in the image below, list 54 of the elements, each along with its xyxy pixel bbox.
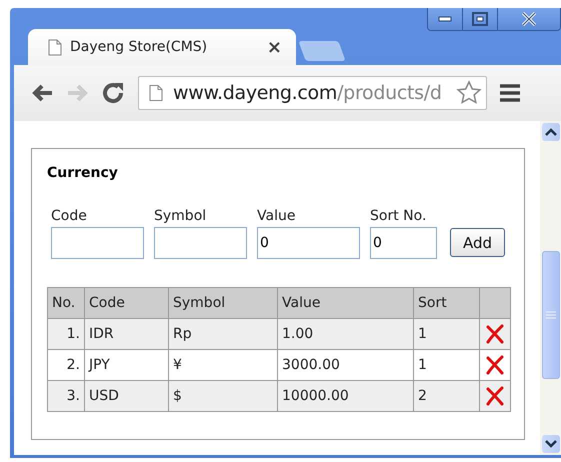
minimize-button[interactable] — [428, 8, 463, 30]
table-cell: 3. — [48, 380, 84, 412]
table-cell: ¥ — [168, 350, 278, 380]
page-icon — [48, 38, 62, 56]
tab-title: Dayeng Store(CMS) — [70, 39, 208, 55]
table-cell: Rp — [168, 318, 278, 350]
table-cell: IDR — [84, 318, 168, 350]
star-icon[interactable] — [456, 80, 482, 106]
table-cell: 1. — [48, 318, 84, 350]
url-text: www.dayeng.com/products/d — [173, 82, 443, 104]
delete-icon[interactable] — [485, 355, 505, 375]
column-header: No. — [48, 288, 84, 318]
table-cell: 2. — [48, 350, 84, 380]
input-field[interactable] — [51, 227, 144, 259]
input-field[interactable]: 0 — [257, 227, 360, 259]
address-bar[interactable]: www.dayeng.com/products/d — [138, 76, 487, 110]
delete-icon[interactable] — [485, 386, 505, 406]
close-icon — [521, 12, 537, 26]
scroll-up-button[interactable] — [542, 123, 560, 141]
tab-close-button[interactable]: × — [266, 36, 282, 58]
table-cell: 2 — [414, 380, 480, 412]
field-label: Sort No. — [370, 208, 428, 224]
panel-title: Currency — [47, 165, 119, 181]
table-cell: 3000.00 — [278, 350, 414, 380]
minimize-icon — [438, 16, 452, 22]
scrollbar-thumb[interactable] — [542, 251, 560, 379]
table-cell: 10000.00 — [278, 380, 414, 412]
grip-icon — [546, 311, 556, 319]
close-button[interactable] — [498, 8, 560, 30]
page-icon — [149, 84, 163, 102]
table-cell: JPY — [84, 350, 168, 380]
table-cell: $ — [168, 380, 278, 412]
browser-tab[interactable]: Dayeng Store(CMS) × — [28, 29, 296, 65]
back-icon[interactable] — [30, 83, 54, 103]
column-header: Symbol — [168, 288, 278, 318]
scroll-down-button[interactable] — [542, 435, 560, 453]
delete-icon[interactable] — [485, 324, 505, 344]
table-cell: 1.00 — [278, 318, 414, 350]
table-cell: 1 — [414, 318, 480, 350]
input-field[interactable]: 0 — [370, 227, 437, 259]
table-cell: USD — [84, 380, 168, 412]
table-cell: 1 — [414, 350, 480, 380]
column-header: Value — [278, 288, 414, 318]
menu-icon[interactable] — [499, 83, 521, 103]
add-button[interactable]: Add — [450, 228, 505, 257]
input-field[interactable] — [154, 227, 247, 259]
column-header: Code — [84, 288, 168, 318]
reload-icon[interactable] — [102, 82, 126, 104]
field-label: Symbol — [154, 208, 208, 224]
field-label: Value — [257, 208, 296, 224]
maximize-icon — [472, 12, 488, 26]
column-header: Sort — [414, 288, 480, 318]
maximize-button[interactable] — [463, 8, 498, 30]
field-label: Code — [51, 208, 88, 224]
